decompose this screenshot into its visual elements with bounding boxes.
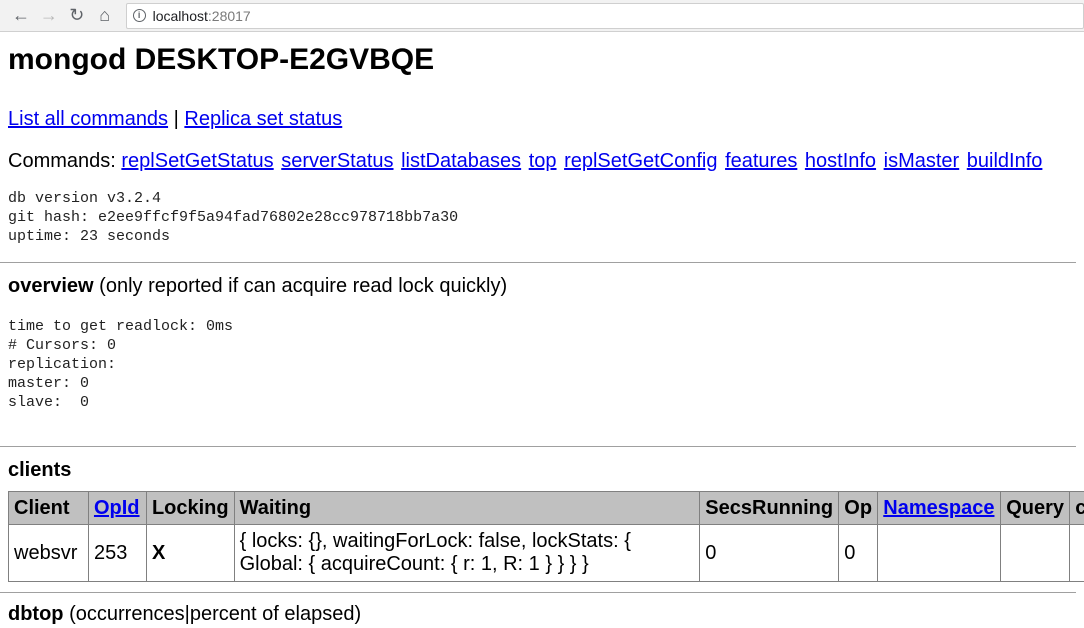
namespace-sort-link[interactable]: Namespace (883, 497, 994, 519)
home-icon[interactable]: ⌂ (92, 3, 118, 29)
cell-waiting: { locks: {}, waitingForLock: false, lock… (233, 524, 701, 582)
cell-op: 0 (838, 524, 879, 582)
cell-secsrunning: 0 (699, 524, 840, 582)
forward-arrow-icon[interactable]: → (36, 3, 62, 29)
column-header-secsrunning: SecsRunning (699, 491, 840, 525)
cell-namespace (877, 524, 1002, 582)
cell-locking: X (145, 524, 235, 582)
db-version: db version v3.2.4 (8, 190, 162, 207)
link-separator: | (168, 108, 185, 130)
slave-value: slave: 0 (8, 394, 90, 411)
table-header-row: Client OpId Locking Waiting SecsRunning … (8, 491, 1084, 525)
browser-toolbar: ← → ↻ ⌂ i localhost:28017 (0, 0, 1084, 32)
replication-label: replication: (8, 356, 117, 373)
overview-title: overview (8, 275, 94, 297)
dbtop-subtitle: (occurrences|percent of elapsed) (63, 603, 362, 625)
opid-sort-link[interactable]: OpId (94, 497, 140, 519)
command-link-hostinfo[interactable]: hostInfo (805, 150, 876, 172)
command-link-serverstatus[interactable]: serverStatus (281, 150, 393, 172)
column-header-client: Client (8, 491, 89, 525)
address-bar[interactable]: i localhost:28017 (125, 2, 1084, 29)
cell-extra (1069, 524, 1084, 582)
divider (0, 446, 1076, 447)
reload-icon[interactable]: ↻ (64, 3, 90, 29)
command-link-listdatabases[interactable]: listDatabases (401, 150, 521, 172)
command-link-top[interactable]: top (529, 150, 557, 172)
divider (0, 262, 1076, 263)
clients-title: clients (8, 459, 72, 481)
top-links: List all commands | Replica set status (8, 106, 1076, 132)
commands-line: Commands: replSetGetStatus serverStatus … (8, 148, 1076, 174)
divider (0, 592, 1076, 593)
clients-heading: clients (8, 457, 1076, 483)
column-header-namespace[interactable]: Namespace (877, 491, 1002, 525)
clients-table: Client OpId Locking Waiting SecsRunning … (8, 491, 1084, 582)
url-port: :28017 (207, 7, 251, 24)
dbtop-heading: dbtop (occurrences|percent of elapsed) (8, 601, 1076, 627)
overview-heading: overview (only reported if can acquire r… (8, 273, 1076, 299)
version-info: db version v3.2.4 git hash: e2ee9ffcf9f5… (8, 189, 1076, 246)
waiting-line-1: { locks: {}, waitingForLock: false, lock… (239, 530, 631, 552)
info-icon[interactable]: i (132, 9, 146, 22)
git-hash: git hash: e2ee9ffcf9f5a94fad76802e28cc97… (8, 209, 459, 226)
column-header-op: Op (838, 491, 879, 525)
column-header-locking: Locking (145, 491, 235, 525)
cursor-count: # Cursors: 0 (8, 337, 117, 354)
page-title: mongod DESKTOP-E2GVBQE (8, 43, 435, 76)
commands-label: Commands: (8, 150, 122, 172)
dbtop-title: dbtop (8, 603, 64, 625)
cell-client: websvr (8, 524, 89, 582)
url-host: localhost (152, 7, 208, 24)
table-row: websvr 253 X { locks: {}, waitingForLock… (8, 524, 1084, 582)
waiting-line-2: Global: { acquireCount: { r: 1, R: 1 } }… (239, 553, 589, 575)
back-arrow-icon[interactable]: ← (8, 3, 34, 29)
command-link-replsetgetstatus[interactable]: replSetGetStatus (121, 150, 273, 172)
locking-value: X (151, 541, 166, 564)
page-content: mongod DESKTOP-E2GVBQE List all commands… (0, 42, 1084, 627)
column-header-query: Query (1000, 491, 1071, 525)
overview-subtitle: (only reported if can acquire read lock … (93, 275, 508, 297)
uptime: uptime: 23 seconds (8, 228, 171, 245)
command-link-features[interactable]: features (725, 150, 797, 172)
column-header-waiting: Waiting (233, 491, 701, 525)
command-link-replsetgetconfig[interactable]: replSetGetConfig (564, 150, 717, 172)
overview-stats: time to get readlock: 0ms # Cursors: 0 r… (8, 317, 1076, 412)
replica-set-status-link[interactable]: Replica set status (184, 108, 342, 130)
cell-query (1000, 524, 1071, 582)
list-all-commands-link[interactable]: List all commands (8, 108, 168, 130)
command-link-ismaster[interactable]: isMaster (884, 150, 960, 172)
command-link-buildinfo[interactable]: buildInfo (967, 150, 1043, 172)
cell-opid: 253 (87, 524, 147, 582)
master-value: master: 0 (8, 375, 90, 392)
readlock-time: time to get readlock: 0ms (8, 318, 234, 335)
column-header-client-extra: cl (1069, 491, 1084, 525)
column-header-opid[interactable]: OpId (87, 491, 147, 525)
